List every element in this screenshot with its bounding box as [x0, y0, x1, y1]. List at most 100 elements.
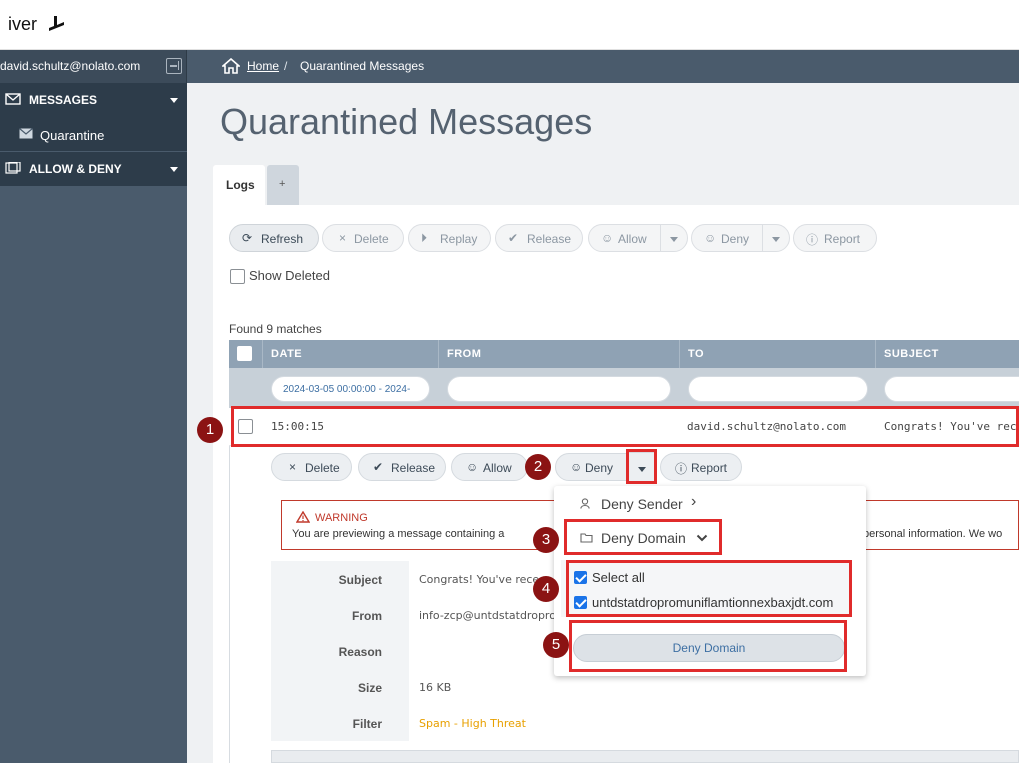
collapse-sidebar-icon[interactable] — [166, 58, 182, 74]
chevron-down-icon — [170, 167, 178, 172]
envelope-icon — [19, 128, 33, 139]
report-button[interactable]: ⓘ Report — [793, 224, 877, 252]
detail-key: Size — [271, 669, 409, 705]
envelope-icon — [5, 93, 21, 105]
check-icon: ✔ — [373, 460, 384, 474]
row-subject: Congrats! You've receive — [884, 420, 1019, 433]
replay-button[interactable]: ⏵ Replay — [408, 224, 491, 252]
row-allow-label: Allow — [483, 461, 512, 475]
row-report-label: Report — [691, 461, 728, 475]
column-divider — [679, 340, 680, 368]
detail-key: From — [271, 597, 409, 633]
user-icon: ☺ — [466, 460, 479, 474]
allow-button[interactable]: ☺ Allow — [588, 224, 661, 252]
home-icon[interactable] — [222, 58, 240, 74]
breadcrumb-home[interactable]: Home — [247, 59, 279, 73]
warning-text-left: You are previewing a message containing … — [292, 528, 505, 540]
select-all-checkbox[interactable] — [574, 571, 587, 584]
table-row[interactable]: 15:00:15 david.schultz@nolato.com Congra… — [229, 408, 1019, 446]
deny-domain-button[interactable]: Deny Domain — [573, 634, 845, 662]
warning-icon — [296, 511, 310, 523]
from-filter[interactable] — [447, 376, 671, 402]
detail-size-value: 16 KB — [419, 681, 452, 694]
annotation-marker: 3 — [533, 527, 559, 553]
column-divider — [438, 340, 439, 368]
column-from[interactable]: FROM — [447, 348, 481, 360]
detail-key-label: Size — [357, 681, 382, 695]
select-all-checkbox[interactable] — [237, 346, 252, 361]
domain-label: untdstatdropromuniflamtionnexbaxjdt.com — [592, 595, 834, 610]
detail-key-label: Subject — [338, 573, 382, 587]
column-subject[interactable]: SUBJECT — [884, 348, 939, 360]
detail-key: Filter — [271, 705, 409, 741]
report-label: Report — [824, 232, 861, 246]
release-button[interactable]: ✔ Release — [495, 224, 583, 252]
refresh-icon: ⟳ — [242, 231, 253, 245]
check-icon: ✔ — [508, 231, 519, 245]
column-divider — [262, 340, 263, 368]
subject-filter[interactable] — [884, 376, 1019, 402]
row-delete-label: Delete — [305, 461, 340, 475]
column-to[interactable]: TO — [688, 348, 704, 360]
row-report-button[interactable]: ⓘ Report — [660, 453, 742, 481]
annotation-marker: 4 — [533, 576, 559, 602]
row-to: david.schultz@nolato.com — [687, 420, 846, 433]
table-header: DATE FROM TO SUBJECT — [229, 340, 1019, 368]
close-icon: × — [289, 460, 297, 474]
sidebar-section-allow-deny[interactable]: ALLOW & DENY — [0, 152, 187, 186]
date-filter-value: 2024-03-05 00:00:00 - 2024- — [283, 384, 411, 395]
allow-dropdown-toggle[interactable] — [660, 224, 688, 252]
row-checkbox[interactable] — [238, 419, 253, 434]
header-bar: david.schultz@nolato.com Home / Quaranti… — [0, 50, 1019, 83]
row-delete-button[interactable]: × Delete — [271, 453, 352, 481]
detail-key: Reason — [271, 633, 409, 669]
user-icon: ☺ — [704, 231, 717, 245]
detail-from-value: info-zcp@untdstatdropro — [419, 609, 556, 622]
domain-checkbox[interactable] — [574, 596, 587, 609]
row-deny-label: Deny — [585, 461, 614, 475]
row-release-button[interactable]: ✔ Release — [358, 453, 446, 481]
show-deleted-checkbox[interactable] — [230, 269, 245, 284]
user-email[interactable]: david.schultz@nolato.com — [0, 59, 140, 73]
breadcrumb-separator: / — [284, 59, 288, 73]
row-deny-dropdown-toggle[interactable] — [626, 452, 656, 482]
column-date[interactable]: DATE — [271, 348, 302, 360]
refresh-button[interactable]: ⟳ Refresh — [229, 224, 319, 252]
row-date: 15:00:15 — [271, 420, 324, 433]
tab-label: Logs — [226, 178, 255, 192]
filter-row: 2024-03-05 00:00:00 - 2024- — [229, 368, 1019, 408]
tab-logs[interactable]: Logs — [213, 165, 265, 205]
sidebar-section-messages[interactable]: MESSAGES — [0, 83, 187, 117]
release-label: Release — [527, 232, 572, 246]
detail-footer-bar — [271, 750, 1019, 763]
to-filter[interactable] — [688, 376, 868, 402]
detail-key: Subject — [271, 561, 409, 597]
refresh-label: Refresh — [261, 232, 304, 246]
detail-key-label: Reason — [338, 645, 382, 659]
delete-button[interactable]: × Delete — [322, 224, 404, 252]
deny-dropdown-toggle[interactable] — [762, 224, 790, 252]
top-logo-bar: iver — [0, 0, 1019, 50]
list-icon — [5, 162, 21, 174]
tab-add[interactable]: + — [267, 165, 299, 205]
user-icon — [580, 498, 590, 509]
warning-title: WARNING — [315, 512, 368, 524]
row-allow-button[interactable]: ☺ Allow — [451, 453, 528, 481]
row-release-label: Release — [391, 461, 436, 475]
warning-text-right: personal information. We wo — [863, 528, 1003, 540]
chevron-down-icon — [170, 98, 178, 103]
row-deny-button[interactable]: ☺ Deny — [555, 453, 628, 481]
date-filter[interactable]: 2024-03-05 00:00:00 - 2024- — [271, 376, 430, 402]
show-deleted-label: Show Deleted — [249, 268, 330, 283]
deny-domain-item[interactable]: Deny Domain — [601, 530, 686, 546]
deny-sender-item[interactable]: Deny Sender — [601, 496, 683, 512]
chevron-down-icon — [696, 534, 708, 542]
select-all-label: Select all — [592, 570, 645, 585]
sidebar-item-quarantine[interactable]: Quarantine — [0, 117, 187, 151]
sidebar-section-label: ALLOW & DENY — [29, 162, 122, 176]
sidebar: MESSAGES Quarantine ALLOW & DENY — [0, 83, 187, 763]
folder-icon — [580, 533, 593, 543]
detail-filter-value: Spam - High Threat — [419, 717, 526, 730]
annotation-marker: 2 — [525, 454, 551, 480]
deny-button[interactable]: ☺ Deny — [691, 224, 764, 252]
